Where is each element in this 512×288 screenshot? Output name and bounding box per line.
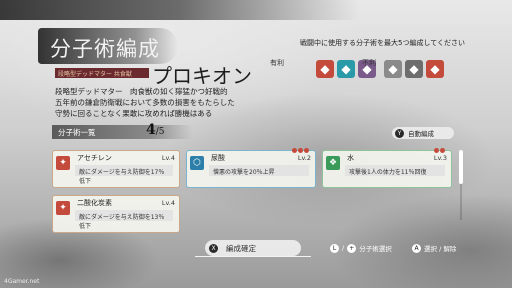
divider bbox=[195, 256, 311, 257]
fire-icon: ✦ bbox=[56, 156, 70, 170]
confirm-formation-label: 編成確定 bbox=[226, 243, 256, 253]
enemy-description: 段略型デッドマター 肉食獣の如く獰猛かつ好戦的 五年前の鎌倉防衛戦において多数の… bbox=[55, 86, 285, 119]
hint-label: 分子術選択 bbox=[359, 245, 392, 253]
x-button-icon: X bbox=[209, 243, 218, 253]
hex-icon: ⬡ bbox=[190, 156, 204, 170]
rank-dots bbox=[434, 148, 445, 153]
hint-label: 選択 / 解除 bbox=[424, 245, 457, 253]
auto-formation-label: 自動編成 bbox=[408, 130, 434, 138]
skill-effect: 敵にダメージを与え防御を17％低下 bbox=[75, 165, 173, 185]
description-line: 守勢に回ることなく果敢に攻めれば勝機はある bbox=[55, 109, 213, 118]
plant-icon: ◆ bbox=[426, 60, 444, 78]
skill-card-acetylene[interactable]: ✦ アセチレン Lv.4 敵にダメージを与え防御を17％低下 bbox=[52, 150, 180, 188]
skill-name: 水 bbox=[347, 154, 354, 162]
skill-effect: 敵にダメージを与え防御を13％低下 bbox=[75, 210, 173, 230]
hint-select: L / + 分子術選択 bbox=[330, 243, 392, 253]
skill-name: アセチレン bbox=[77, 154, 112, 162]
water-icon: ❖ bbox=[326, 156, 340, 170]
auto-formation-button[interactable]: Y 自動編成 bbox=[392, 127, 454, 139]
count-current: 4 bbox=[146, 122, 156, 138]
y-button-icon: Y bbox=[395, 128, 404, 138]
skill-effect: 憎悪の攻撃を20％上昇 bbox=[209, 165, 309, 176]
confirm-formation-button[interactable]: X 編成確定 bbox=[205, 240, 301, 256]
dpad-icon: + bbox=[347, 243, 357, 253]
skill-card-water[interactable]: ❖ 水 Lv.3 攻撃後1人の体力を11％回復 bbox=[322, 148, 452, 188]
disadvantage-label: 不利 bbox=[362, 59, 376, 67]
count-max: /5 bbox=[155, 127, 165, 137]
fire-icon: ◆ bbox=[316, 60, 334, 78]
enemy-tag: 段略型デッドマター 共食獣 bbox=[55, 68, 149, 78]
description-line: 段略型デッドマター 肉食獣の如く獰猛かつ好戦的 bbox=[55, 87, 228, 96]
skill-name: 二酸化炭素 bbox=[77, 199, 112, 207]
skill-level: Lv.2 bbox=[297, 154, 311, 162]
instruction-text: 戦闘中に使用する分子術を最大5つ編成してください bbox=[300, 39, 466, 47]
fire-icon: ✦ bbox=[56, 201, 70, 215]
top-strip bbox=[0, 0, 512, 20]
earth-icon: ◆ bbox=[405, 60, 423, 78]
skill-card-uric-acid[interactable]: ⬡ 尿酸 Lv.2 憎悪の攻撃を20％上昇 bbox=[186, 148, 316, 188]
page-title: 分子術編成 bbox=[50, 37, 160, 61]
enemy-name: プロキオン bbox=[152, 64, 252, 88]
disadvantage-icons: ◆ ◆ ◆ bbox=[384, 60, 444, 78]
skill-level: Lv.3 bbox=[433, 154, 447, 162]
skill-name: 尿酸 bbox=[211, 154, 225, 162]
hint-toggle: A 選択 / 解除 bbox=[412, 243, 456, 253]
skill-level: Lv.4 bbox=[161, 199, 175, 207]
rank-dots bbox=[292, 148, 309, 153]
skill-card-carbon-dioxide[interactable]: ✦ 二酸化炭素 Lv.4 敵にダメージを与え防御を13％低下 bbox=[52, 195, 180, 233]
l-button-icon: L bbox=[330, 243, 339, 253]
water-icon: ◆ bbox=[337, 60, 355, 78]
a-button-icon: A bbox=[412, 243, 421, 253]
hint-separator: / bbox=[342, 244, 345, 252]
advantage-label: 有利 bbox=[270, 59, 284, 67]
skill-effect: 攻撃後1人の体力を11％回復 bbox=[345, 165, 445, 176]
scrollbar-thumb[interactable] bbox=[459, 150, 463, 184]
selection-count: 4/5 bbox=[146, 122, 165, 138]
watermark: 4Gamer.net bbox=[4, 278, 40, 285]
list-header: 分子術一覧 bbox=[52, 125, 192, 139]
wind-icon: ◆ bbox=[384, 60, 402, 78]
skill-level: Lv.4 bbox=[161, 154, 175, 162]
description-line: 五年前の鎌倉防衛戦において多数の損害をもたらした bbox=[55, 98, 235, 107]
